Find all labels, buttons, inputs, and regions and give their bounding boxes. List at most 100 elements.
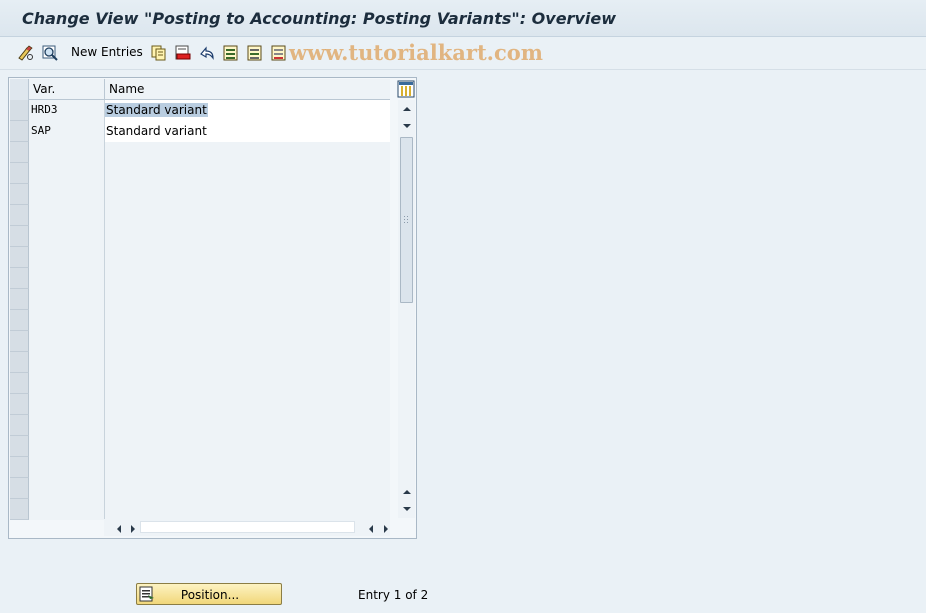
cell-name [105,163,390,184]
cell-var [29,268,105,289]
title-bar: Change View "Posting to Accounting: Post… [0,0,926,37]
cell-var [29,478,105,499]
row-selector[interactable] [10,436,29,457]
cell-var [29,394,105,415]
row-selector[interactable] [10,205,29,226]
select-block-icon[interactable] [246,43,264,63]
row-selector[interactable] [10,331,29,352]
scroll-left-icon[interactable] [114,523,124,537]
scroll-page-up-icon[interactable] [402,486,412,496]
row-selector[interactable] [10,268,29,289]
cell-var [29,205,105,226]
horizontal-scrollbar[interactable] [104,519,390,536]
scroll-left-end-icon[interactable] [366,523,376,537]
watermark-text: www.tutorialkart.com [289,40,543,65]
scroll-page-down-icon[interactable] [402,120,412,130]
column-header-var[interactable]: Var. [29,79,105,100]
cell-var [29,352,105,373]
new-entries-button[interactable]: New Entries [71,45,143,59]
cell-var [29,436,105,457]
table-row [10,163,390,184]
table-row: HRD3 Standard variant [10,100,390,121]
table-row [10,457,390,478]
cell-name-text: Standard variant [105,103,208,117]
undo-icon[interactable] [198,43,216,63]
row-selector[interactable] [10,394,29,415]
table-row [10,247,390,268]
horizontal-scroll-track[interactable] [140,521,355,533]
row-selector[interactable] [10,163,29,184]
details-icon[interactable] [41,43,59,63]
row-selector[interactable] [10,373,29,394]
table-row [10,205,390,226]
table-row [10,436,390,457]
row-selector[interactable] [10,457,29,478]
row-selector[interactable] [10,289,29,310]
cell-name [105,499,390,520]
cell-var [29,373,105,394]
cell-name [105,289,390,310]
scroll-up-icon[interactable] [402,103,412,113]
delete-icon[interactable] [174,43,192,63]
data-grid: Var. Name HRD3 Standard variant SAP Standar… [10,79,390,520]
scroll-down-icon[interactable] [402,503,412,513]
row-selector[interactable] [10,310,29,331]
entry-counter: Entry 1 of 2 [358,588,429,602]
column-header-name[interactable]: Name [105,79,390,100]
deselect-all-icon[interactable] [270,43,288,63]
cell-var [29,142,105,163]
table-row [10,226,390,247]
row-selector[interactable] [10,142,29,163]
cell-name [105,310,390,331]
cell-name-text: Standard variant [106,124,207,138]
cell-name [105,184,390,205]
row-selector[interactable] [10,499,29,520]
cell-name [105,373,390,394]
vertical-scroll-thumb[interactable] [400,137,413,303]
select-all-icon[interactable] [222,43,240,63]
cell-var [29,163,105,184]
cell-var[interactable]: SAP [29,121,105,142]
vertical-scrollbar[interactable] [398,100,415,518]
table-row: SAP Standard variant [10,121,390,142]
cell-name [105,415,390,436]
row-selector[interactable] [10,226,29,247]
position-button[interactable]: Position... [136,583,282,605]
scroll-right-icon[interactable] [128,523,138,537]
select-all-rows-cell[interactable] [10,79,29,100]
cell-var [29,415,105,436]
cell-name[interactable]: Standard variant [105,100,390,121]
table-row [10,352,390,373]
cell-var [29,289,105,310]
row-selector[interactable] [10,352,29,373]
cell-name [105,205,390,226]
table-row [10,142,390,163]
row-selector[interactable] [10,478,29,499]
table-header: Var. Name [10,79,390,100]
cell-name [105,457,390,478]
scroll-right-end-icon[interactable] [381,523,391,537]
table-row [10,310,390,331]
cell-name [105,394,390,415]
cell-var [29,226,105,247]
row-selector[interactable] [10,247,29,268]
table-settings-icon[interactable] [397,80,415,98]
row-selector[interactable] [10,100,29,121]
copy-icon[interactable] [150,43,168,63]
cell-name [105,268,390,289]
row-selector[interactable] [10,121,29,142]
table-row [10,394,390,415]
application-toolbar: New Entries www.tutorialkart.com [0,37,926,70]
cell-name[interactable]: Standard variant [105,121,390,142]
row-selector[interactable] [10,184,29,205]
table-row [10,415,390,436]
cell-name [105,436,390,457]
cell-var[interactable]: HRD3 [29,100,105,121]
cell-name [105,478,390,499]
table-row [10,184,390,205]
table-row [10,268,390,289]
edit-glasses-icon[interactable] [17,43,35,63]
row-selector[interactable] [10,415,29,436]
cell-name [105,226,390,247]
cell-var [29,184,105,205]
